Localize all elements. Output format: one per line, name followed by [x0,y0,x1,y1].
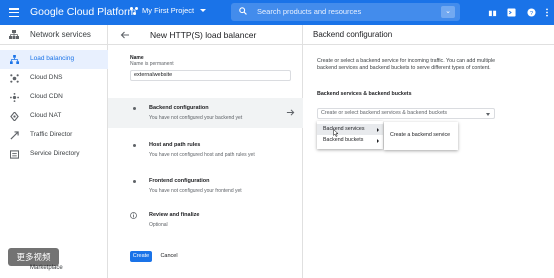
create-button[interactable]: Create [130,251,152,262]
chevron-right-icon [377,138,379,143]
arrow-right-icon [286,109,295,116]
video-watermark: 更多视频 [8,248,59,266]
panel-description: Create or select a backend service for i… [317,58,496,71]
search-placeholder: Search products and resources [257,7,362,16]
chevron-down-icon [486,112,490,116]
menu-item-backend-services[interactable]: Backend services [317,124,383,135]
section-subtitle: You have not configured your frontend ye… [149,188,242,194]
chevron-right-icon [377,127,379,132]
traffic-director-icon [10,131,19,140]
backend-services-submenu: Create a backend service [384,122,458,150]
network-services-icon [9,30,19,39]
service-directory-icon [10,150,19,159]
bullet-icon [133,144,136,147]
project-name: My First Project [142,6,195,15]
search-icon [239,7,247,15]
sidebar-item-label: Traffic Director [30,131,73,138]
menu-item-create-backend-service[interactable]: Create a backend service [390,132,450,138]
section-host-and-path-rules[interactable]: Host and path rules You have not configu… [108,137,303,163]
page-title: New HTTP(S) load balancer [150,30,257,40]
bullet-icon [133,180,136,183]
menu-icon[interactable] [9,8,19,17]
form-header: New HTTP(S) load balancer [108,25,303,45]
panel-title: Backend configuration [313,30,393,39]
nav-header: Network services [0,25,108,45]
help-icon[interactable]: ? [527,8,536,17]
sidebar-item-label: Service Directory [30,150,80,157]
menu-item-label: Backend buckets [323,137,364,143]
cdn-icon [10,93,19,102]
nav-title: Network services [30,30,91,39]
section-title: Backend configuration [149,105,209,111]
cancel-button[interactable]: Cancel [157,251,181,262]
name-input[interactable]: externalwebsite [130,70,291,81]
load-balancer-form: New HTTP(S) load balancer Name Name is p… [108,25,303,278]
info-icon [130,212,137,219]
sidebar-item-cloud-nat[interactable]: Cloud NAT [0,107,108,126]
sidebar-item-label: Load balancing [30,55,75,62]
gift-icon[interactable] [488,8,497,17]
sidebar-item-label: Cloud NAT [30,112,62,119]
nat-icon [10,112,19,121]
sidebar-item-label: Cloud DNS [30,74,63,81]
sidebar-item-cloud-cdn[interactable]: Cloud CDN [0,88,108,107]
backend-config-panel: Backend configuration Create or select a… [303,25,554,278]
bullet-icon [133,107,136,110]
section-subtitle: You have not configured host and path ru… [149,152,255,158]
mouse-cursor-icon [333,129,339,137]
project-selector[interactable]: My First Project [130,6,207,15]
search-bar[interactable]: Search products and resources ⌄ [231,3,460,21]
backend-services-label: Backend services & backend buckets [317,91,412,97]
panel-header: Backend configuration [303,25,554,45]
menu-item-label: Backend services [323,126,365,132]
search-expand-icon[interactable]: ⌄ [441,6,455,18]
dns-icon [10,74,19,83]
select-placeholder: Create or select backend services & back… [321,110,448,116]
back-arrow-icon[interactable] [120,30,130,40]
project-icon [130,6,138,15]
sidebar-item-service-directory[interactable]: Service Directory [0,145,108,164]
more-options-icon[interactable] [545,8,549,17]
backend-services-select[interactable]: Create or select backend services & back… [317,108,495,119]
name-hint: Name is permanent [130,61,174,67]
brand-title[interactable]: Google Cloud Platform [30,6,136,18]
section-title: Frontend configuration [149,178,210,184]
cloud-shell-icon[interactable] [507,8,516,17]
section-subtitle: Optional [149,222,168,228]
menu-item-backend-buckets[interactable]: Backend buckets [317,135,383,146]
load-balancing-icon [10,55,19,64]
chevron-down-icon [200,9,207,12]
section-title: Host and path rules [149,142,201,148]
backend-type-menu: Backend services Backend buckets [317,121,383,149]
sidebar-item-label: Cloud CDN [30,93,63,100]
section-backend-configuration[interactable]: Backend configuration You have not confi… [108,98,303,128]
section-title: Review and finalize [149,212,200,218]
sidebar-item-load-balancing[interactable]: Load balancing [0,50,108,69]
sidebar-item-cloud-dns[interactable]: Cloud DNS [0,69,108,88]
section-frontend-configuration[interactable]: Frontend configuration You have not conf… [108,173,303,199]
section-subtitle: You have not configured your backend yet [149,115,243,121]
section-review-and-finalize[interactable]: Review and finalize Optional [108,207,303,233]
left-nav: Network services Load balancing Cloud DN… [0,25,108,278]
sidebar-item-traffic-director[interactable]: Traffic Director [0,126,108,145]
top-bar: Google Cloud Platform My First Project S… [0,0,554,25]
